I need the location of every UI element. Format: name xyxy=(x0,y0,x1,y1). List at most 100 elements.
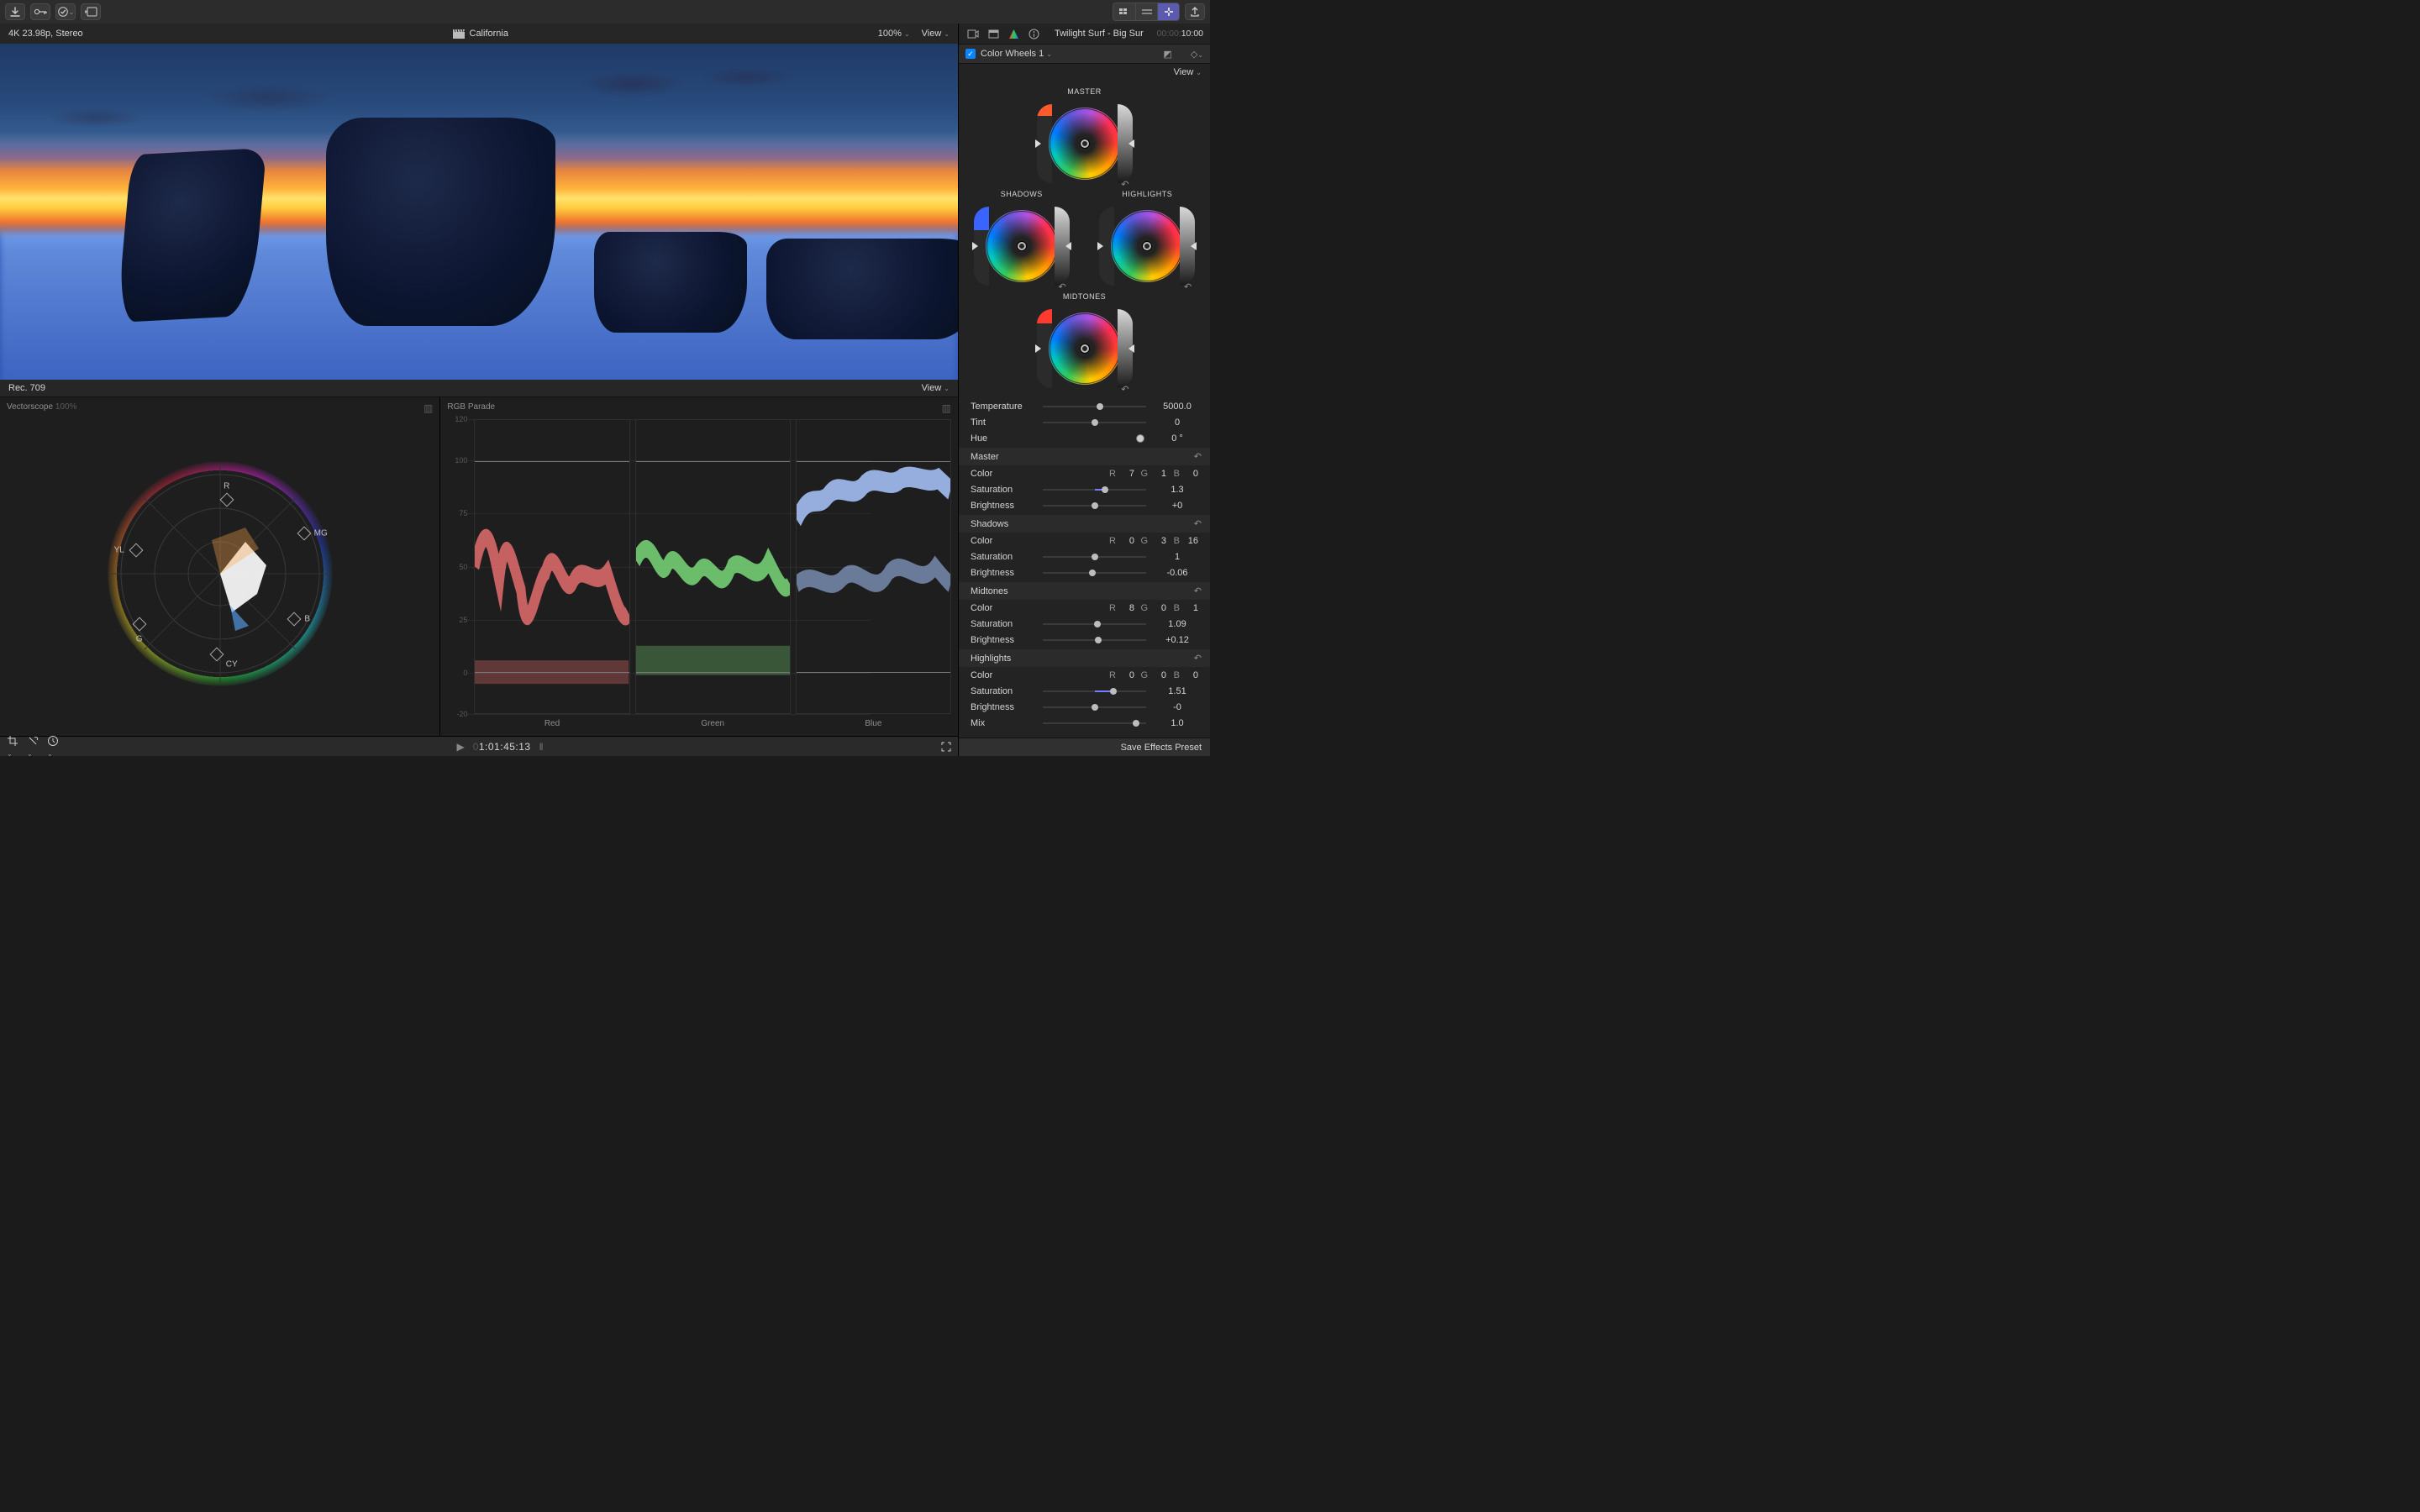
left-column: 4K 23.98p, Stereo California 100%⌄ View⌄… xyxy=(0,24,958,756)
section-shadows: Shadows↶ xyxy=(959,515,1210,533)
scopes-header: Rec. 709 View⌄ xyxy=(0,380,958,396)
slider[interactable] xyxy=(1043,505,1146,507)
tab-color-icon[interactable] xyxy=(1006,26,1021,41)
keyword-icon[interactable] xyxy=(30,3,50,20)
reset-icon[interactable]: ↶ xyxy=(1194,451,1202,462)
save-effects-preset-button[interactable]: Save Effects Preset xyxy=(959,738,1210,756)
section-midtones: Midtones↶ xyxy=(959,582,1210,600)
param-shadows-brightness[interactable]: Brightness -0.06 xyxy=(959,564,1210,580)
rgb-parade-settings-icon[interactable]: ▥ xyxy=(942,402,951,414)
param-highlights-mix[interactable]: Mix 1.0 xyxy=(959,715,1210,731)
param-midtones-brightness[interactable]: Brightness +0.12 xyxy=(959,632,1210,648)
reset-icon[interactable]: ↶ xyxy=(1121,384,1128,395)
viewer-project-name: California xyxy=(470,29,508,39)
slider[interactable] xyxy=(1043,489,1146,491)
param-tint[interactable]: Tint 0 xyxy=(959,414,1210,430)
enhance-icon[interactable]: ⌄ xyxy=(55,3,76,20)
wheel-master[interactable]: MASTER ↶ xyxy=(1039,87,1131,190)
wheel-midtones[interactable]: MIDTONES ↶ xyxy=(1039,292,1131,395)
scopes-colorspace-label: Rec. 709 xyxy=(8,383,45,393)
reset-icon[interactable]: ↶ xyxy=(1194,518,1202,529)
param-temperature[interactable]: Temperature 5000.0 xyxy=(959,398,1210,414)
vectorscope-trace xyxy=(94,448,346,700)
wheels-view-dropdown[interactable]: View⌄ xyxy=(1174,67,1202,77)
inspector-clip-duration: 00:00:10:00 xyxy=(1157,29,1203,39)
workspace-segment xyxy=(1113,3,1180,21)
slider[interactable] xyxy=(1043,623,1146,625)
viewer-header: 4K 23.98p, Stereo California 100%⌄ View⌄ xyxy=(0,24,958,44)
fullscreen-icon[interactable] xyxy=(941,742,951,752)
parade-channel-blue: Blue xyxy=(796,419,951,714)
rgb-parade-panel: RGB Parade ▥ 120 100 75 50 25 0 -20 xyxy=(440,396,958,736)
mask-icon[interactable]: ◩ xyxy=(1163,49,1171,60)
param-master-saturation[interactable]: Saturation 1.3 xyxy=(959,481,1210,497)
wheel-highlights[interactable]: HIGHLIGHTS ↶ xyxy=(1101,190,1193,292)
slider[interactable] xyxy=(1043,690,1146,692)
viewer-canvas[interactable] xyxy=(0,44,958,380)
vectorscope-target-r: R xyxy=(224,481,229,491)
vectorscope-target-mg: MG xyxy=(314,528,328,538)
timecode-display[interactable]: 01:01:45:13 xyxy=(473,741,531,753)
slider[interactable] xyxy=(1043,572,1146,574)
tab-generator-icon[interactable] xyxy=(986,26,1001,41)
effect-enable-checkbox[interactable]: ✓ xyxy=(965,49,976,59)
reset-icon[interactable]: ↶ xyxy=(1184,281,1192,292)
vectorscope-target-cy: CY xyxy=(226,659,238,669)
slider[interactable] xyxy=(1043,722,1146,724)
param-highlights-color[interactable]: Color R0G0B0 xyxy=(959,667,1210,683)
section-master: Master↶ xyxy=(959,448,1210,465)
vectorscope-target-b: B xyxy=(304,614,310,623)
viewer-footer: ⌄ ⌄ ⌄ ▶ 01:01:45:13 ‖ xyxy=(0,736,958,756)
retime-icon[interactable] xyxy=(81,3,101,20)
zoom-dropdown[interactable]: 100%⌄ xyxy=(878,29,910,39)
slider[interactable] xyxy=(1043,556,1146,558)
vectorscope-settings-icon[interactable]: ▥ xyxy=(424,402,433,414)
scopes-area: Vectorscope 100% ▥ xyxy=(0,396,958,736)
reset-icon[interactable]: ↶ xyxy=(1194,653,1202,664)
section-highlights: Highlights↶ xyxy=(959,649,1210,667)
vectorscope-panel: Vectorscope 100% ▥ xyxy=(0,396,440,736)
share-icon[interactable] xyxy=(1185,3,1205,20)
slider[interactable] xyxy=(1043,639,1146,641)
effect-name-dropdown[interactable]: Color Wheels 1⌄ xyxy=(981,49,1052,59)
tab-info-icon[interactable] xyxy=(1026,26,1041,41)
hue-dial[interactable] xyxy=(1136,434,1144,443)
scopes-view-dropdown[interactable]: View⌄ xyxy=(922,383,950,393)
param-midtones-saturation[interactable]: Saturation 1.09 xyxy=(959,616,1210,632)
viewer-view-dropdown[interactable]: View⌄ xyxy=(922,29,950,39)
loop-icon[interactable]: ‖ xyxy=(539,741,544,753)
inspector: Twilight Surf - Big Sur 00:00:10:00 ✓ Co… xyxy=(958,24,1210,756)
crop-tool-icon[interactable]: ⌄ xyxy=(7,735,18,759)
inspector-params: Temperature 5000.0Tint 0Hue0 °Master↶Col… xyxy=(959,398,1210,738)
param-master-brightness[interactable]: Brightness +0 xyxy=(959,497,1210,513)
import-icon[interactable] xyxy=(5,3,25,20)
timeline-toggle-icon[interactable] xyxy=(1135,3,1157,20)
inspector-clip-name: Twilight Surf - Big Sur xyxy=(1046,29,1152,39)
param-shadows-saturation[interactable]: Saturation 1 xyxy=(959,549,1210,564)
reset-icon[interactable]: ↶ xyxy=(1059,281,1066,292)
param-master-color[interactable]: Color R7G1B0 xyxy=(959,465,1210,481)
slider[interactable] xyxy=(1043,706,1146,708)
color-wheels-area: MASTER ↶ SHADOWS ↶ HIGHLIGHTS ↶ MIDTONES… xyxy=(959,81,1210,398)
play-icon[interactable]: ▶ xyxy=(456,741,464,753)
param-highlights-saturation[interactable]: Saturation 1.51 xyxy=(959,683,1210,699)
vectorscope-title: Vectorscope xyxy=(7,402,53,412)
app-toolbar: ⌄ xyxy=(0,0,1210,24)
reset-icon[interactable]: ↶ xyxy=(1194,585,1202,596)
tools-menu-icon[interactable]: ⌄ xyxy=(27,735,39,759)
vectorscope-target-g: G xyxy=(136,634,143,643)
browser-toggle-icon[interactable] xyxy=(1113,3,1135,20)
slider[interactable] xyxy=(1043,422,1146,423)
param-shadows-color[interactable]: Color R0G3B16 xyxy=(959,533,1210,549)
wheel-shadows[interactable]: SHADOWS ↶ xyxy=(976,190,1068,292)
slider[interactable] xyxy=(1043,406,1146,407)
parade-axis: 120 100 75 50 25 0 -20 xyxy=(440,419,471,714)
param-midtones-color[interactable]: Color R8G0B1 xyxy=(959,600,1210,616)
retime-menu-icon[interactable]: ⌄ xyxy=(47,735,59,759)
keyframe-icon[interactable]: ◇⌄ xyxy=(1191,49,1203,60)
reset-icon[interactable]: ↶ xyxy=(1121,179,1128,190)
param-hue[interactable]: Hue0 ° xyxy=(959,430,1210,446)
inspector-toggle-icon[interactable] xyxy=(1157,3,1179,20)
tab-video-icon[interactable] xyxy=(965,26,981,41)
param-highlights-brightness[interactable]: Brightness -0 xyxy=(959,699,1210,715)
